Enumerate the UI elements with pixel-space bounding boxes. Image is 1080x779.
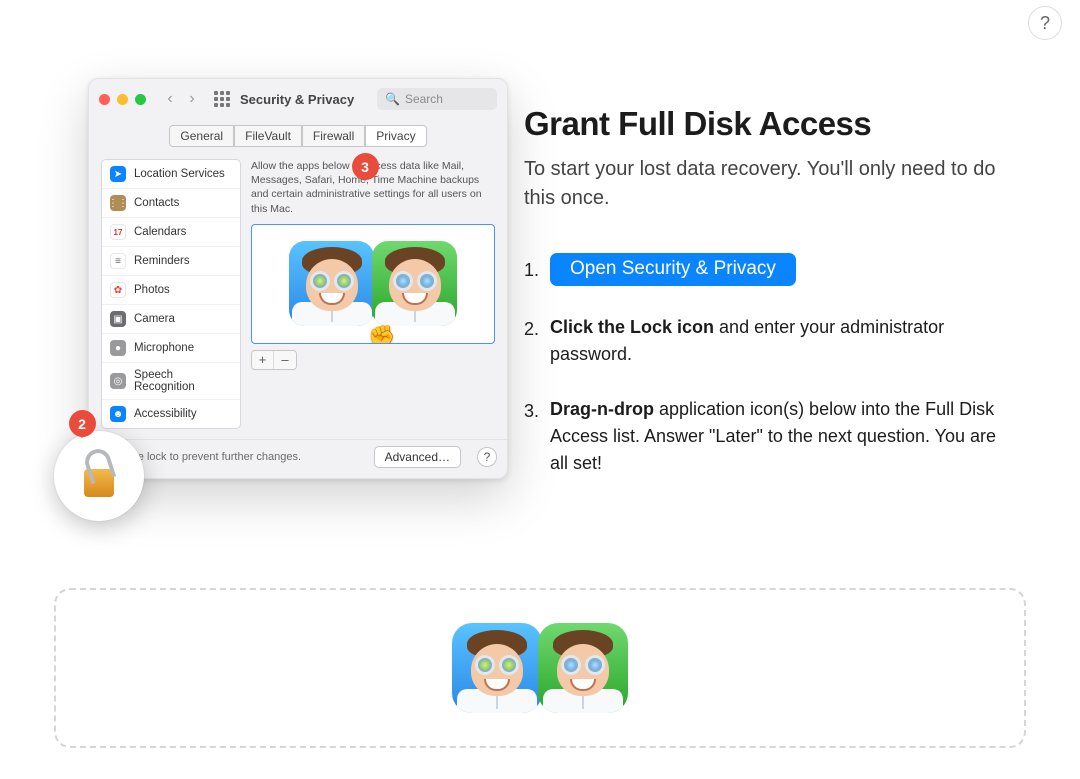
tabs: General FileVault Firewall Privacy (89, 125, 507, 147)
page-title: Grant Full Disk Access (524, 105, 1004, 143)
list-item-label: Accessibility (134, 408, 197, 420)
footer-lock-text: he lock to prevent further changes. (132, 451, 301, 463)
callout-3: 3 (351, 153, 379, 189)
window-title: Security & Privacy (240, 92, 354, 107)
window-footer: 🔓 he lock to prevent further changes. Ad… (89, 439, 507, 478)
open-security-privacy-button[interactable]: Open Security & Privacy (550, 253, 796, 286)
instructions-column: Grant Full Disk Access To start your los… (524, 105, 1004, 505)
step-3-text: Drag-n-drop application icon(s) below in… (550, 396, 1004, 477)
list-item: ⋮⋮ Contacts (102, 189, 240, 218)
calendar-icon: 17 (110, 224, 126, 240)
step-3-number: 3. (524, 396, 550, 425)
zoom-dot[interactable] (135, 94, 146, 105)
list-item-label: Speech Recognition (134, 369, 232, 393)
grab-cursor-icon: ✊ (368, 324, 395, 344)
intro-text: To start your lost data recovery. You'll… (524, 155, 1004, 213)
tab-firewall[interactable]: Firewall (302, 125, 365, 147)
forward-arrow-icon[interactable]: › (184, 90, 200, 108)
draggable-app-icon-blue[interactable] (452, 623, 542, 713)
remove-button[interactable]: – (274, 351, 296, 369)
screenshot-column: 1 ‹ › Security & Privacy 🔍 (38, 78, 488, 479)
step-2-number: 2. (524, 314, 550, 343)
list-item-label: Reminders (134, 255, 190, 267)
tab-general[interactable]: General (169, 125, 234, 147)
reminders-icon: ≡ (110, 253, 126, 269)
list-item: ▣ Camera (102, 305, 240, 334)
list-item: ☻ Accessibility (102, 400, 240, 428)
app-icon-blue[interactable] (289, 241, 374, 326)
grab-cursor-ghost-icon: ✊ (385, 343, 412, 344)
step-2: 2. Click the Lock icon and enter your ad… (524, 314, 1004, 368)
help-button[interactable]: ? (1028, 6, 1062, 40)
add-remove-buttons: + – (251, 350, 297, 370)
nav-arrows: ‹ › (162, 90, 200, 108)
search-placeholder: Search (405, 92, 443, 106)
contacts-icon: ⋮⋮ (110, 195, 126, 211)
show-all-icon[interactable] (214, 91, 230, 107)
privacy-category-list[interactable]: ➤ Location Services ⋮⋮ Contacts 17 Calendar… (101, 159, 241, 429)
list-item: ➤ Location Services (102, 160, 240, 189)
privacy-detail-pane: Allow the apps below to access data like… (251, 159, 495, 429)
camera-icon: ▣ (110, 311, 126, 327)
app-icon-green[interactable] (372, 241, 457, 326)
list-item: ≡ Reminders (102, 247, 240, 276)
close-dot[interactable] (99, 94, 110, 105)
list-item: ● Microphone (102, 334, 240, 363)
system-preferences-window: ‹ › Security & Privacy 🔍 Search General … (88, 78, 508, 479)
search-icon: 🔍 (385, 92, 400, 106)
traffic-lights (99, 94, 146, 105)
list-item-label: Contacts (134, 197, 179, 209)
speech-icon: ◎ (110, 373, 126, 389)
minimize-dot[interactable] (117, 94, 128, 105)
step-3: 3. Drag-n-drop application icon(s) below… (524, 396, 1004, 477)
window-titlebar: ‹ › Security & Privacy 🔍 Search (89, 79, 507, 119)
unlocked-padlock-icon (84, 469, 114, 497)
search-input[interactable]: 🔍 Search (377, 88, 497, 110)
add-button[interactable]: + (252, 351, 274, 369)
list-item: ◎ Speech Recognition (102, 363, 240, 400)
callout-3-badge: 3 (352, 153, 379, 180)
list-item-label: Microphone (134, 342, 194, 354)
location-icon: ➤ (110, 166, 126, 182)
microphone-icon: ● (110, 340, 126, 356)
step-2-bold: Click the Lock icon (550, 317, 714, 337)
help-icon: ? (1040, 13, 1050, 34)
advanced-button[interactable]: Advanced… (374, 446, 461, 468)
photos-icon: ✿ (110, 282, 126, 298)
step-1-number: 1. (524, 255, 550, 284)
list-item-label: Calendars (134, 226, 186, 238)
list-item-label: Location Services (134, 168, 225, 180)
draggable-app-icon-green[interactable] (538, 623, 628, 713)
full-disk-access-list[interactable]: ✊ ✊ (251, 224, 495, 344)
tab-privacy[interactable]: Privacy (365, 125, 426, 147)
step-1: 1. Open Security & Privacy (524, 255, 1004, 286)
step-3-bold: Drag-n-drop (550, 399, 654, 419)
step-2-text: Click the Lock icon and enter your admin… (550, 314, 1004, 368)
callout-2: 2 (68, 410, 96, 446)
tab-filevault[interactable]: FileVault (234, 125, 302, 147)
accessibility-icon: ☻ (110, 406, 126, 422)
drag-source-tray (54, 588, 1026, 748)
callout-2-badge: 2 (69, 410, 96, 437)
back-arrow-icon[interactable]: ‹ (162, 90, 178, 108)
list-item-label: Camera (134, 313, 175, 325)
list-item: 17 Calendars (102, 218, 240, 247)
list-item: ✿ Photos (102, 276, 240, 305)
footer-help-button[interactable]: ? (477, 447, 497, 467)
list-item-label: Photos (134, 284, 170, 296)
